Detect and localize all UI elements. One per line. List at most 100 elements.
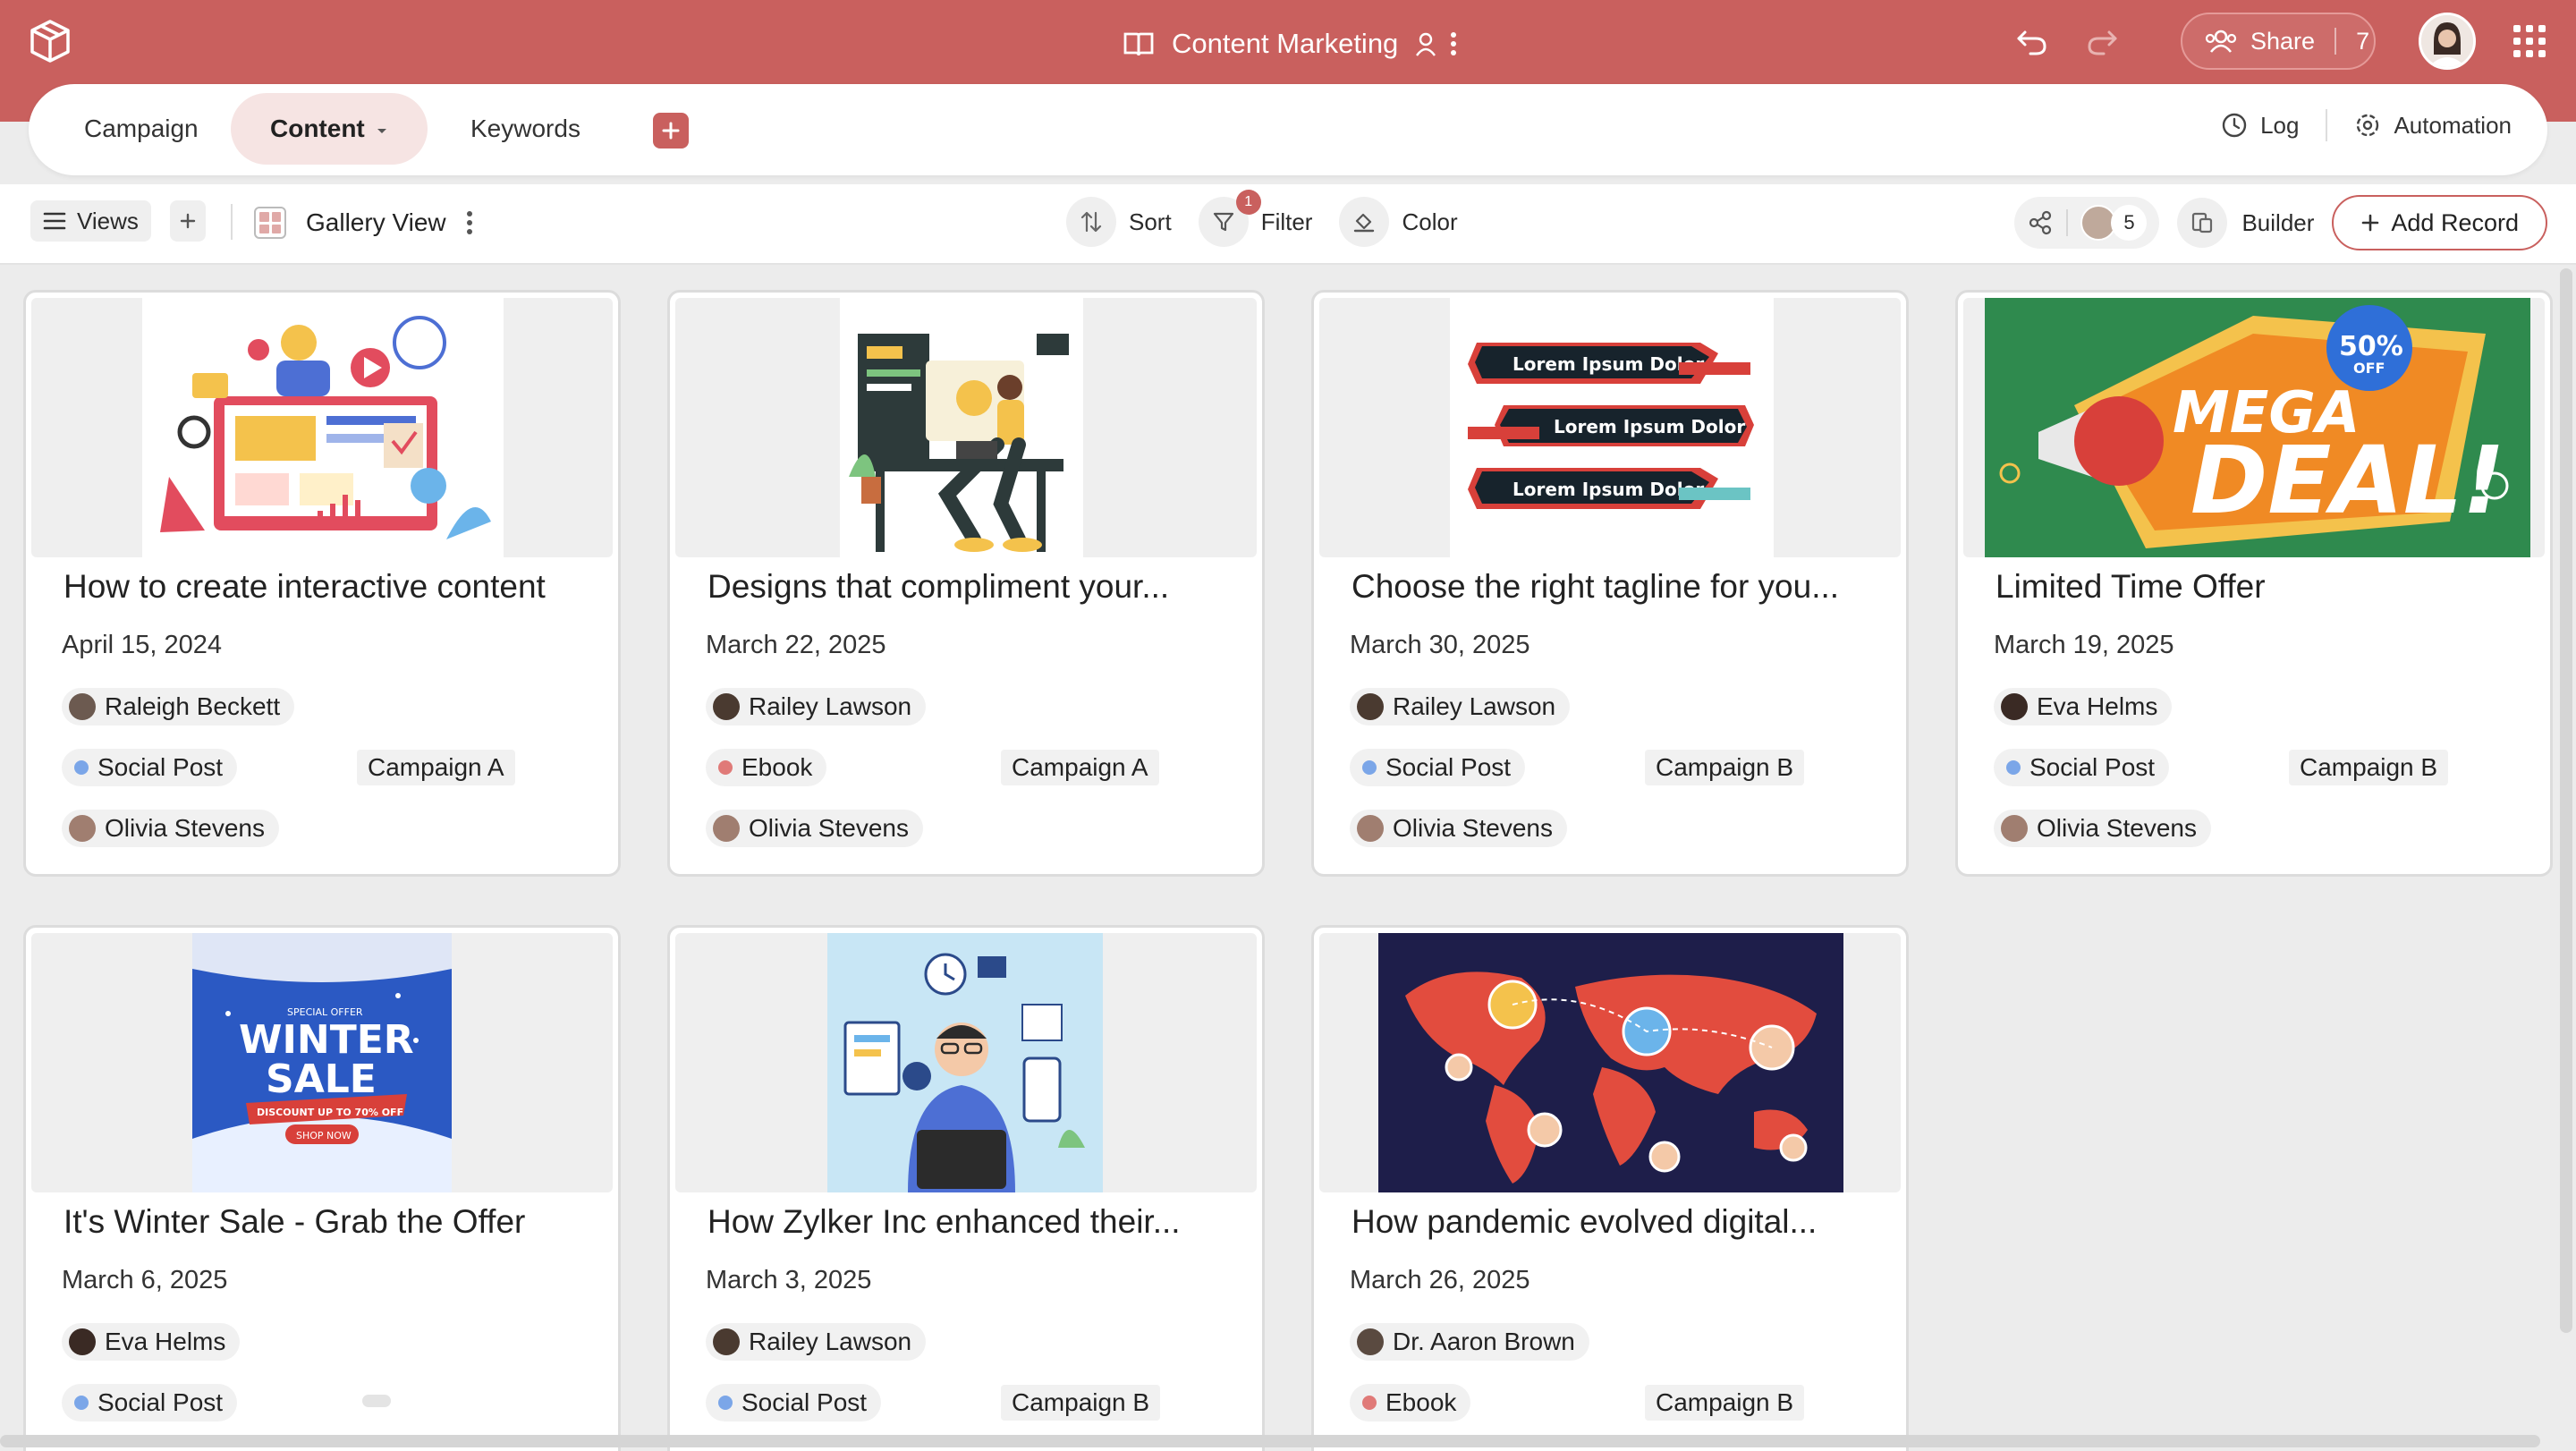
interactive-content-illustration (142, 298, 504, 557)
svg-text:DEAL!: DEAL! (2190, 426, 2505, 535)
campaign-tag: Campaign B (1001, 1385, 1161, 1421)
card-date: March 30, 2025 (1350, 631, 1530, 659)
type-dot-icon (2006, 760, 2021, 775)
users-icon[interactable] (1414, 30, 1437, 57)
owner-name: Olivia Stevens (1393, 814, 1553, 842)
horizontal-scrollbar[interactable] (0, 1435, 2540, 1447)
author-avatar (69, 1328, 96, 1355)
more-vertical-icon[interactable] (466, 209, 473, 236)
automation-gear-icon (2357, 114, 2379, 137)
owner-name: Olivia Stevens (749, 814, 909, 842)
world-map-illustration (1378, 933, 1843, 1192)
views-button[interactable]: Views (30, 200, 151, 242)
apps-grid-icon[interactable] (2513, 25, 2546, 57)
owner-avatar (713, 815, 740, 842)
svg-text:Lorem Ipsum Dolor: Lorem Ipsum Dolor (1513, 353, 1704, 375)
record-card[interactable]: MEGA DEAL! 50% OFF Limited Time Offer Ma… (1955, 290, 2553, 877)
add-tab-button[interactable] (653, 113, 689, 148)
people-icon (2205, 30, 2237, 53)
card-thumbnail (675, 933, 1257, 1192)
filter-count-badge: 1 (1235, 190, 1261, 215)
svg-text:50%: 50% (2339, 331, 2403, 362)
winter-sale-illustration: SPECIAL OFFER WINTER SALE DISCOUNT UP TO… (192, 933, 452, 1192)
author-avatar (1357, 1328, 1384, 1355)
author-name: Railey Lawson (1393, 692, 1556, 720)
author-name: Railey Lawson (749, 1328, 912, 1355)
automation-button[interactable]: Automation (2354, 112, 2512, 140)
type-label: Social Post (97, 1388, 224, 1416)
type-dot-icon (74, 760, 89, 775)
card-thumbnail (1319, 933, 1901, 1192)
sort-button[interactable]: Sort (1066, 197, 1172, 247)
user-avatar[interactable] (2419, 13, 2476, 70)
author-name: Dr. Aaron Brown (1393, 1328, 1575, 1355)
tab-keywords-label: Keywords (470, 115, 580, 142)
current-view-selector[interactable]: Gallery View (254, 202, 473, 243)
filter-button[interactable]: 1 Filter (1198, 190, 1312, 247)
book-icon (1123, 32, 1154, 56)
tab-content-label: Content (270, 115, 365, 142)
share-count: 7 (2356, 27, 2370, 55)
plus-icon (662, 122, 680, 140)
author-chip: Railey Lawson (706, 1323, 927, 1361)
type-dot-icon (1362, 1396, 1377, 1410)
card-title: Designs that compliment your... (708, 568, 1170, 605)
gallery-grid: How to create interactive content April … (23, 290, 2555, 1451)
record-card[interactable]: Lorem Ipsum Dolor Lorem Ipsum Dolor Lore… (1311, 290, 1909, 877)
card-date: April 15, 2024 (62, 631, 222, 659)
campaign-tag: Campaign B (1645, 1385, 1805, 1421)
record-card[interactable]: Designs that compliment your... March 22… (667, 290, 1265, 877)
svg-text:OFF: OFF (2353, 360, 2385, 377)
type-chip: Social Post (62, 749, 238, 786)
vertical-scrollbar[interactable] (2560, 268, 2572, 1333)
campaign-tag: Campaign A (357, 750, 515, 785)
builder-button[interactable]: Builder (2177, 198, 2314, 248)
record-card[interactable]: How pandemic evolved digital... March 26… (1311, 925, 1909, 1451)
sort-label: Sort (1129, 208, 1172, 235)
app-logo-icon[interactable] (27, 18, 73, 64)
color-label: Color (1402, 208, 1458, 235)
card-title: Limited Time Offer (1996, 568, 2266, 605)
record-card[interactable]: How to create interactive content April … (23, 290, 621, 877)
owner-chip: Olivia Stevens (706, 810, 923, 847)
type-dot-icon (718, 1396, 733, 1410)
card-title: How to create interactive content (64, 568, 546, 605)
svg-text:Lorem Ipsum Dolor: Lorem Ipsum Dolor (1513, 479, 1704, 500)
tab-content[interactable]: Content (231, 93, 428, 165)
owner-avatar (1357, 815, 1384, 842)
author-name: Eva Helms (2037, 692, 2158, 720)
share-button[interactable]: Share 7 (2181, 13, 2376, 70)
tab-keywords[interactable]: Keywords (431, 93, 620, 165)
author-chip: Dr. Aaron Brown (1350, 1323, 1589, 1361)
redo-icon[interactable] (2084, 23, 2120, 59)
type-chip: Ebook (1350, 1384, 1471, 1421)
author-avatar (713, 693, 740, 720)
gallery-view-icon (254, 207, 286, 239)
record-card[interactable]: How Zylker Inc enhanced their... March 3… (667, 925, 1265, 1451)
sort-icon (1080, 211, 1102, 233)
log-button[interactable]: Log (2221, 112, 2299, 140)
collaborators-group[interactable]: 5 (2014, 197, 2160, 249)
card-thumbnail: SPECIAL OFFER WINTER SALE DISCOUNT UP TO… (31, 933, 613, 1192)
campaign-tag: Campaign B (1645, 750, 1805, 785)
more-vertical-icon[interactable] (1450, 30, 1457, 57)
color-button[interactable]: Color (1339, 197, 1458, 247)
add-view-button[interactable] (170, 200, 206, 242)
record-card[interactable]: SPECIAL OFFER WINTER SALE DISCOUNT UP TO… (23, 925, 621, 1451)
card-title: Choose the right tagline for you... (1352, 568, 1840, 605)
app-title: Content Marketing (1172, 28, 1399, 59)
tab-campaign[interactable]: Campaign (45, 93, 238, 165)
add-record-button[interactable]: Add Record (2332, 195, 2547, 250)
app-title-area: Content Marketing (1122, 23, 1457, 64)
card-date: March 19, 2025 (1994, 631, 2174, 659)
author-chip: Railey Lawson (1350, 688, 1571, 726)
svg-text:SHOP NOW: SHOP NOW (296, 1130, 352, 1141)
paint-bucket-icon (1354, 213, 1375, 233)
owner-chip: Olivia Stevens (1994, 810, 2211, 847)
author-avatar (69, 693, 96, 720)
author-avatar (1357, 693, 1384, 720)
card-date: March 22, 2025 (706, 631, 886, 659)
undo-icon[interactable] (2014, 23, 2050, 59)
module-tab-bar: Campaign Content Keywords Log Automation (29, 84, 2547, 175)
type-chip: Social Post (1994, 749, 2170, 786)
